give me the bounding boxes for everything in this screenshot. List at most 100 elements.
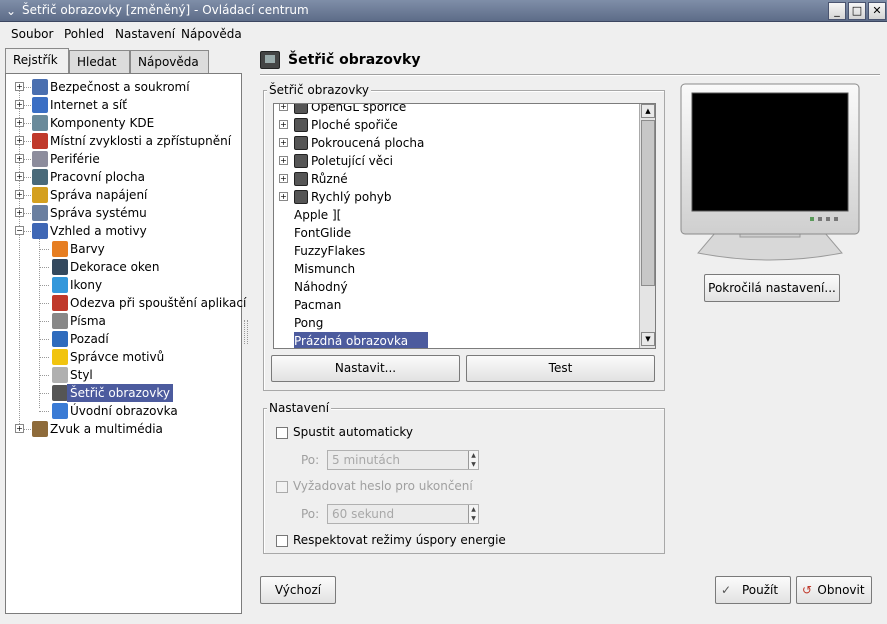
minimize-button[interactable]: _ bbox=[828, 2, 846, 20]
panel-splitter[interactable] bbox=[244, 320, 248, 344]
password-timeout-spinbox[interactable]: 60 sekund ▲ ▼ bbox=[327, 504, 479, 524]
menu-pohled[interactable]: Pohled bbox=[64, 27, 104, 41]
theme-manager-icon bbox=[52, 349, 68, 365]
scroll-down-icon[interactable]: ▼ bbox=[641, 332, 655, 346]
list-item[interactable]: FontGlide bbox=[274, 224, 640, 242]
tab-rejstrik[interactable]: Rejstřík bbox=[5, 48, 69, 74]
list-item-label: Mismunch bbox=[294, 262, 356, 276]
spin-arrows-icon[interactable]: ▲ ▼ bbox=[468, 505, 478, 523]
expand-icon[interactable]: + bbox=[279, 192, 288, 201]
test-button[interactable]: Test bbox=[466, 355, 655, 382]
tree-item[interactable]: + Pracovní plocha bbox=[6, 168, 241, 186]
tab-napoveda[interactable]: Nápověda bbox=[130, 50, 209, 73]
screensaver-list[interactable]: + OpenGL spořiče + Ploché spořiče + Pokroucen… bbox=[273, 103, 656, 349]
reset-button-label: Obnovit bbox=[817, 583, 865, 597]
expand-icon[interactable]: + bbox=[15, 136, 24, 145]
tree-item-label: Místní zvyklosti a zpřístupnění bbox=[50, 134, 232, 148]
tree-item[interactable]: Písma bbox=[6, 312, 241, 330]
tree-item[interactable]: + Správa napájení bbox=[6, 186, 241, 204]
battery-icon bbox=[32, 187, 48, 203]
settings-group-label: Nastavení bbox=[267, 401, 332, 415]
reset-button[interactable]: ↺ Obnovit bbox=[796, 576, 872, 604]
list-item[interactable]: Mismunch bbox=[274, 260, 640, 278]
tree-item-label: Vzhled a motivy bbox=[50, 224, 147, 238]
tree-item[interactable]: + Zvuk a multimédia bbox=[6, 420, 241, 438]
expand-icon[interactable]: + bbox=[15, 118, 24, 127]
list-item[interactable]: Pong bbox=[274, 314, 640, 332]
tree-item-label: Internet a síť bbox=[50, 98, 127, 112]
list-item[interactable]: + OpenGL spořiče bbox=[274, 104, 640, 116]
respect-power-checkbox[interactable] bbox=[276, 535, 288, 547]
expand-icon[interactable]: + bbox=[279, 120, 288, 129]
list-item[interactable]: + Různé bbox=[274, 170, 640, 188]
tree-item[interactable]: + Internet a síť bbox=[6, 96, 241, 114]
maximize-button[interactable]: □ bbox=[848, 2, 866, 20]
tree-item[interactable]: Šetřič obrazovky bbox=[6, 384, 241, 402]
expand-icon[interactable]: + bbox=[15, 424, 24, 433]
tree-item[interactable]: − Vzhled a motivy bbox=[6, 222, 241, 240]
screensaver-icon bbox=[294, 136, 308, 150]
menu-napoveda[interactable]: Nápověda bbox=[181, 27, 242, 41]
tree-item-label: Odezva při spouštění aplikací bbox=[70, 296, 247, 310]
tree-item[interactable]: Dekorace oken bbox=[6, 258, 241, 276]
list-item[interactable]: + Rychlý pohyb bbox=[274, 188, 640, 206]
tree-item[interactable]: Barvy bbox=[6, 240, 241, 258]
window-menu-chevron-down-icon[interactable]: ⌄ bbox=[2, 2, 20, 20]
list-item-label: FontGlide bbox=[294, 226, 352, 240]
list-item[interactable]: FuzzyFlakes bbox=[274, 242, 640, 260]
expand-icon[interactable]: + bbox=[15, 208, 24, 217]
list-item[interactable]: + Poletující věci bbox=[274, 152, 640, 170]
setup-button[interactable]: Nastavit... bbox=[271, 355, 460, 382]
list-item[interactable]: Pacman bbox=[274, 296, 640, 314]
tree-item[interactable]: + Bezpečnost a soukromí bbox=[6, 78, 241, 96]
expand-icon[interactable]: + bbox=[15, 190, 24, 199]
tree-item[interactable]: Úvodní obrazovka bbox=[6, 402, 241, 420]
auto-start-label: Spustit automaticky bbox=[293, 425, 413, 439]
tree-item[interactable]: Správce motivů bbox=[6, 348, 241, 366]
list-item[interactable]: Apple ][ bbox=[274, 206, 640, 224]
expand-icon[interactable]: + bbox=[15, 154, 24, 163]
timeout-value: 5 minutách bbox=[332, 453, 400, 467]
list-item[interactable]: + Ploché spořiče bbox=[274, 116, 640, 134]
checkmark-icon: ✓ bbox=[721, 583, 732, 597]
tree-item[interactable]: Odezva při spouštění aplikací bbox=[6, 294, 246, 312]
tree-item[interactable]: + Správa systému bbox=[6, 204, 241, 222]
screensaver-group-label: Šetřič obrazovky bbox=[267, 83, 371, 97]
advanced-settings-button[interactable]: Pokročilá nastavení... bbox=[704, 274, 840, 302]
list-scrollbar[interactable]: ▲ ▼ bbox=[639, 104, 655, 348]
expand-icon[interactable]: + bbox=[279, 104, 288, 111]
collapse-icon[interactable]: − bbox=[15, 226, 24, 235]
expand-icon[interactable]: + bbox=[279, 174, 288, 183]
menu-soubor[interactable]: Soubor bbox=[11, 27, 53, 41]
list-item[interactable]: Prázdná obrazovka bbox=[274, 332, 640, 348]
list-item[interactable]: Náhodný bbox=[274, 278, 640, 296]
screensaver-icon bbox=[52, 385, 68, 401]
scroll-up-icon[interactable]: ▲ bbox=[641, 104, 655, 118]
apply-button[interactable]: ✓ Použít bbox=[715, 576, 791, 604]
expand-icon[interactable]: + bbox=[15, 100, 24, 109]
auto-start-checkbox[interactable] bbox=[276, 427, 288, 439]
timeout-spinbox[interactable]: 5 minutách ▲ ▼ bbox=[327, 450, 479, 470]
tree-item[interactable]: + Místní zvyklosti a zpřístupnění bbox=[6, 132, 241, 150]
expand-icon[interactable]: + bbox=[279, 138, 288, 147]
module-tree[interactable]: + Bezpečnost a soukromí + Internet a síť + Ko… bbox=[5, 73, 246, 614]
tree-line bbox=[39, 303, 49, 304]
tree-item[interactable]: + Periférie bbox=[6, 150, 241, 168]
tree-item[interactable]: Pozadí bbox=[6, 330, 241, 348]
menu-nastaveni[interactable]: Nastavení bbox=[115, 27, 175, 41]
tree-item[interactable]: Styl bbox=[6, 366, 241, 384]
tree-item-label: Ikony bbox=[70, 278, 103, 292]
tree-item[interactable]: + Komponenty KDE bbox=[6, 114, 241, 132]
list-item[interactable]: + Pokroucená plocha bbox=[274, 134, 640, 152]
expand-icon[interactable]: + bbox=[279, 156, 288, 165]
close-button[interactable]: ✕ bbox=[868, 2, 886, 20]
tab-hledat[interactable]: Hledat bbox=[69, 50, 130, 73]
expand-icon[interactable]: + bbox=[15, 82, 24, 91]
default-button[interactable]: Výchozí bbox=[260, 576, 336, 604]
require-password-checkbox[interactable] bbox=[276, 481, 288, 493]
tree-item[interactable]: Ikony bbox=[6, 276, 241, 294]
scroll-thumb[interactable] bbox=[641, 120, 655, 286]
tree-item-label: Komponenty KDE bbox=[50, 116, 155, 130]
spin-arrows-icon[interactable]: ▲ ▼ bbox=[468, 451, 478, 469]
expand-icon[interactable]: + bbox=[15, 172, 24, 181]
